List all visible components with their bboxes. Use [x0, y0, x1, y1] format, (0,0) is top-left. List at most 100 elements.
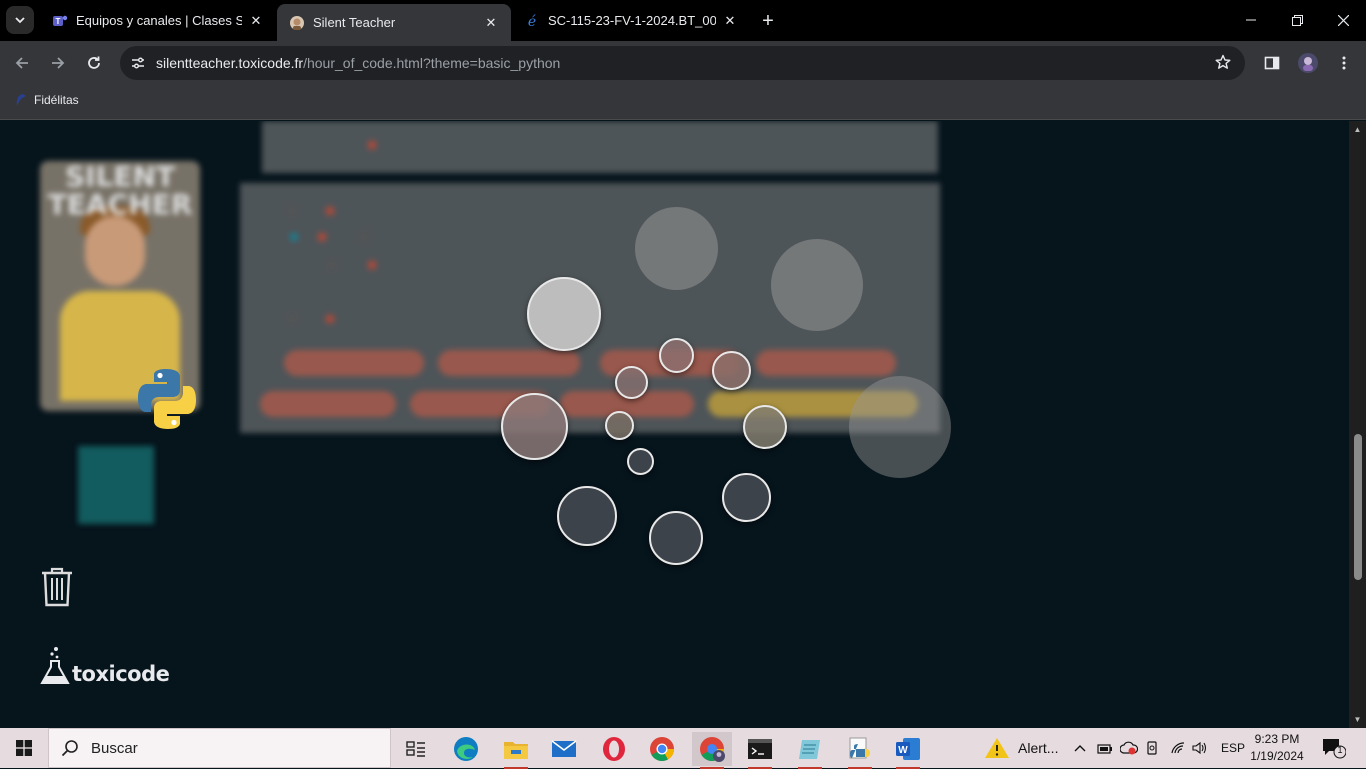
start-button[interactable] [0, 728, 48, 768]
input-language[interactable]: ESP [1221, 728, 1245, 768]
cloud-alert-icon [1120, 741, 1138, 755]
close-window-button[interactable] [1320, 0, 1366, 40]
page-scrollbar[interactable]: ▲ ▼ [1349, 121, 1366, 728]
tab-silent-teacher[interactable]: Silent Teacher ✕ [277, 4, 511, 41]
back-button[interactable] [8, 49, 36, 77]
taskbar-opera[interactable] [594, 732, 634, 766]
bookmark-fidelitas[interactable]: Fidélitas [14, 93, 79, 107]
scrollbar-thumb[interactable] [1354, 434, 1362, 580]
chrome-icon [650, 737, 674, 762]
wifi-status[interactable] [1170, 728, 1186, 768]
bubble-ring [627, 448, 654, 475]
bubble [635, 207, 718, 290]
python-logo-icon [138, 369, 196, 429]
bubble-ring [527, 277, 601, 351]
taskbar-notepad[interactable] [790, 732, 830, 769]
show-hidden-icons[interactable] [1073, 728, 1087, 768]
site-info-icon[interactable] [130, 55, 146, 71]
minimize-icon [1246, 19, 1256, 21]
minimize-button[interactable] [1228, 0, 1274, 40]
answer-option [260, 391, 396, 417]
file-explorer-icon [504, 742, 528, 759]
new-tab-button[interactable]: + [755, 8, 781, 34]
address-bar[interactable]: silentteacher.toxicode.fr/hour_of_code.h… [120, 46, 1245, 80]
taskbar-python[interactable] [840, 732, 880, 769]
taskbar-chrome[interactable] [642, 732, 682, 766]
taskbar-mail[interactable] [544, 732, 584, 766]
bookmark-label: Fidélitas [34, 93, 79, 107]
chrome-profile-icon [700, 737, 725, 762]
network-status[interactable] [1120, 728, 1138, 768]
browser-toolbar: silentteacher.toxicode.fr/hour_of_code.h… [0, 41, 1366, 85]
trash-icon[interactable] [40, 566, 74, 608]
volume-control[interactable] [1192, 728, 1208, 768]
tab-sc-115[interactable]: é SC-115-23-FV-1-2024.BT_001: E ✕ [512, 4, 750, 37]
browser-menu-button[interactable] [1330, 49, 1358, 77]
terminal-icon [748, 739, 772, 759]
battery-indicator[interactable] [1097, 728, 1113, 768]
svg-text:é: é [528, 14, 536, 29]
tab-search-button[interactable] [6, 6, 34, 34]
phone-link-icon [1147, 741, 1157, 755]
bubble-ring [722, 473, 771, 522]
teal-badge [78, 446, 154, 524]
bookmark-favicon-icon [16, 94, 26, 106]
task-view-button[interactable] [396, 732, 436, 766]
taskbar-edge[interactable] [446, 732, 486, 766]
task-view-icon [406, 741, 425, 757]
teams-icon: T [52, 13, 68, 29]
windows-logo-icon [16, 740, 32, 756]
bookmarks-bar: Fidélitas [0, 85, 1366, 120]
bubble-ring [649, 511, 703, 565]
taskbar-terminal[interactable] [740, 732, 780, 769]
forward-button[interactable] [44, 49, 72, 77]
taskbar-word[interactable]: W [888, 732, 928, 769]
bubble-ring [557, 486, 617, 546]
portrait-title: SILENT TEACHER [47, 160, 193, 221]
taskbar-file-explorer[interactable] [496, 732, 536, 769]
code-token [368, 141, 376, 149]
code-token [288, 315, 296, 323]
bubble-ring [605, 411, 634, 440]
system-clock[interactable]: 9:23 PM 1/19/2024 [1248, 731, 1306, 765]
scroll-down-arrow-icon[interactable]: ▼ [1353, 715, 1362, 724]
speaker-icon [1192, 741, 1207, 755]
profile-avatar[interactable] [1294, 49, 1322, 77]
tab-title: Silent Teacher [313, 15, 396, 30]
tab-teams[interactable]: T Equipos y canales | Clases Sema ✕ [40, 4, 276, 37]
notepad-icon [799, 740, 820, 759]
tab-strip: T Equipos y canales | Clases Sema ✕ Sile… [0, 0, 1366, 41]
side-panel-button[interactable] [1258, 49, 1286, 77]
battery-plug-icon [1097, 744, 1112, 754]
windows-taskbar: Buscar W Alert... ESP 9:23 PM 1/19/2024 … [0, 728, 1366, 769]
reload-icon [88, 56, 100, 69]
toxicode-logo[interactable]: toxicode [40, 645, 170, 685]
camera-status[interactable] [1145, 728, 1159, 768]
notification-center[interactable]: 1 [1320, 736, 1347, 760]
forward-arrow-icon [52, 57, 65, 69]
notification-count: 1 [1337, 745, 1343, 755]
code-token [368, 261, 376, 269]
taskbar-search[interactable]: Buscar [48, 728, 391, 768]
bookmark-star-icon[interactable] [1215, 54, 1231, 73]
answer-option [756, 350, 896, 376]
search-placeholder: Buscar [91, 739, 138, 757]
close-tab-icon[interactable]: ✕ [248, 13, 264, 29]
alert-label: Alert... [1018, 740, 1059, 756]
alert-widget[interactable]: Alert... [984, 728, 1058, 768]
mail-icon [551, 740, 577, 757]
search-icon [61, 740, 78, 757]
bubble-ring [615, 366, 648, 399]
restore-button[interactable] [1274, 0, 1320, 40]
bubble-ring [659, 338, 694, 373]
reload-button[interactable] [80, 49, 108, 77]
svg-text:T: T [56, 17, 61, 26]
close-tab-icon[interactable]: ✕ [483, 15, 499, 31]
taskbar-chrome-profile[interactable] [692, 732, 732, 769]
close-tab-icon[interactable]: ✕ [722, 13, 738, 29]
scroll-up-arrow-icon[interactable]: ▲ [1353, 125, 1362, 134]
python-icon [849, 737, 870, 759]
code-token [326, 315, 334, 323]
bubble [771, 239, 863, 331]
bubble [849, 376, 951, 478]
